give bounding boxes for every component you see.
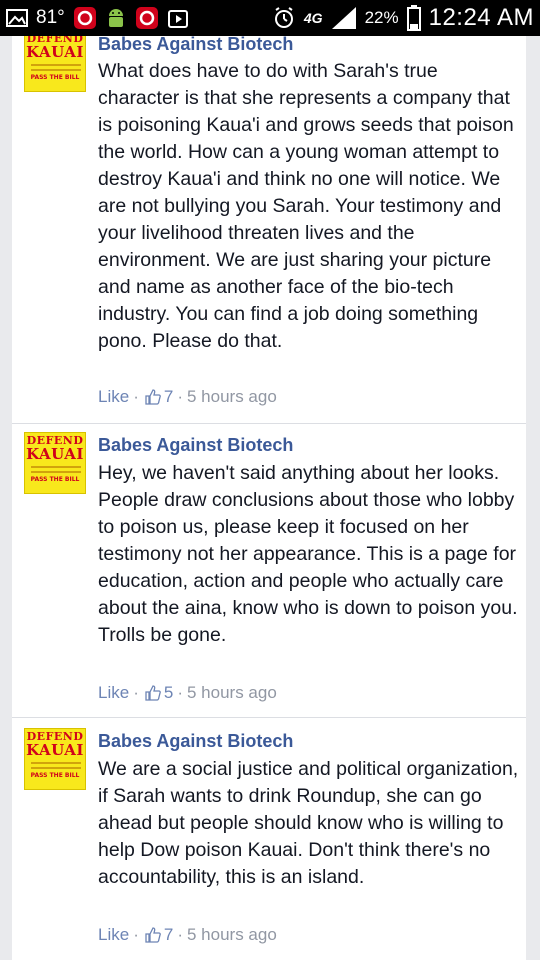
like-button[interactable]: Like: [98, 925, 129, 945]
thumbs-up-icon: [145, 685, 161, 701]
avatar-small-print: [31, 471, 81, 473]
comment-meta: Like · 7 · 5 hours ago: [98, 387, 277, 407]
comment-3: DEFEND KAUAI PASS THE BILL Babes Against…: [12, 718, 526, 960]
separator: ·: [133, 387, 139, 406]
like-count[interactable]: 7: [164, 387, 173, 407]
page-avatar[interactable]: DEFEND KAUAI PASS THE BILL: [24, 432, 86, 494]
battery-icon: [406, 5, 421, 31]
play-store-icon: [167, 10, 188, 28]
battery-percent-text: 22%: [364, 8, 399, 27]
separator: ·: [177, 925, 183, 944]
comment-text: We are a social justice and political or…: [98, 758, 519, 888]
comment-time: 5 hours ago: [187, 925, 277, 944]
comment-meta: Like · 5 · 5 hours ago: [98, 683, 277, 703]
comment-author[interactable]: Babes Against Biotech: [98, 36, 293, 55]
app-notification-icon-2: [135, 7, 158, 29]
image-icon: [6, 9, 28, 27]
avatar-small-print: [31, 762, 81, 764]
comment-time: 5 hours ago: [187, 387, 277, 406]
avatar-main-text: KAUAI: [26, 445, 84, 463]
comment-2: DEFEND KAUAI PASS THE BILL Babes Against…: [12, 424, 526, 716]
avatar-bottom-text: PASS THE BILL: [30, 74, 80, 81]
page-avatar[interactable]: DEFEND KAUAI PASS THE BILL: [24, 728, 86, 790]
avatar-small-print: [31, 466, 81, 468]
avatar-small-print: [31, 767, 81, 769]
signal-icon: [331, 7, 356, 29]
android-icon: [108, 9, 123, 27]
comment-text: Hey, we haven't said anything about her …: [98, 462, 518, 646]
network-type-text: 4G: [303, 10, 323, 26]
comment-time: 5 hours ago: [187, 683, 277, 702]
avatar-small-print: [31, 69, 81, 71]
comment-author[interactable]: Babes Against Biotech: [98, 731, 293, 752]
separator: ·: [177, 683, 183, 702]
like-count[interactable]: 7: [164, 925, 173, 945]
separator: ·: [177, 387, 183, 406]
comments-feed: DEFEND KAUAI PASS THE BILL Babes Against…: [12, 36, 526, 960]
avatar-small-print: [31, 64, 81, 66]
avatar-bottom-text: PASS THE BILL: [30, 772, 80, 779]
separator: ·: [133, 683, 139, 702]
thumbs-up-icon: [145, 389, 161, 405]
comment-meta: Like · 7 · 5 hours ago: [98, 925, 277, 945]
avatar-bottom-text: PASS THE BILL: [30, 476, 80, 483]
like-button[interactable]: Like: [98, 387, 129, 407]
app-notification-icon: [73, 7, 96, 29]
alarm-icon: [274, 7, 293, 28]
comment-text: What does have to do with Sarah's true c…: [98, 60, 514, 352]
clock-text: 12:24 AM: [428, 4, 534, 31]
like-count[interactable]: 5: [164, 683, 173, 703]
avatar-main-text: KAUAI: [26, 741, 84, 759]
temperature-text: 81°: [36, 7, 65, 28]
avatar-main-text: KAUAI: [26, 43, 84, 61]
thumbs-up-icon: [145, 927, 161, 943]
separator: ·: [133, 925, 139, 944]
comment-author[interactable]: Babes Against Biotech: [98, 435, 293, 456]
like-button[interactable]: Like: [98, 683, 129, 703]
status-bar: 81° 4G 22% 12:24 AM: [0, 0, 540, 36]
page-avatar[interactable]: DEFEND KAUAI PASS THE BILL: [24, 36, 86, 92]
comment-1: DEFEND KAUAI PASS THE BILL Babes Against…: [12, 36, 526, 421]
